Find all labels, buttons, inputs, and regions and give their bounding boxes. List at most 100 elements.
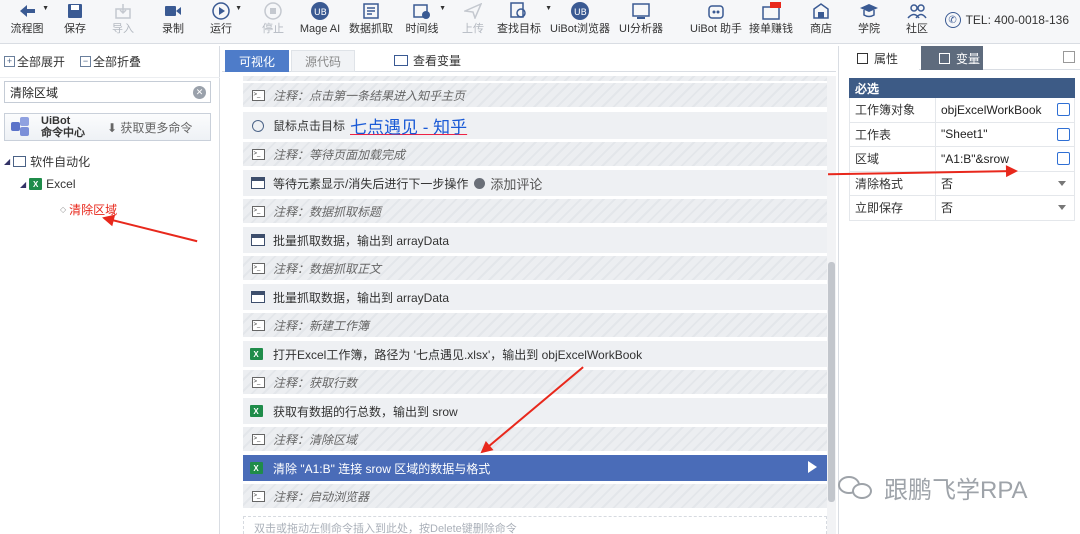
app-window-icon: [13, 156, 27, 167]
collapse-all-button[interactable]: − 全部折叠: [80, 53, 141, 70]
info-icon: [857, 52, 868, 64]
property-row[interactable]: 工作簿对象 objExcelWorkBook: [850, 98, 1074, 123]
tab-visual[interactable]: 可视化: [225, 50, 289, 72]
save-icon: [64, 1, 86, 21]
property-select[interactable]: 否: [936, 199, 1074, 216]
community-button[interactable]: 社区: [904, 0, 930, 44]
svg-text:UB: UB: [314, 8, 327, 18]
earn-button[interactable]: 接单赚钱: [748, 0, 794, 44]
target-link[interactable]: 七点遇见 - 知乎: [350, 113, 467, 138]
assistant-button[interactable]: UiBot 助手: [690, 0, 742, 44]
variables-icon: [939, 52, 950, 64]
save-button[interactable]: 保存: [62, 0, 88, 44]
uibot-browser-icon: UB: [569, 1, 591, 21]
assistant-icon: [705, 1, 727, 21]
command-search-input[interactable]: 清除区域 ✕: [4, 81, 211, 103]
list-item[interactable]: >_ 注释：获取行数: [243, 370, 827, 395]
mage-ai-button[interactable]: UB Mage AI: [298, 0, 342, 44]
list-item[interactable]: 批量抓取数据，输出到 arrayData: [243, 227, 827, 254]
list-item[interactable]: 等待元素显示/消失后进行下一步操作 添加评论: [243, 170, 827, 197]
data-scrape-button[interactable]: 数据抓取: [348, 0, 394, 44]
stop-button[interactable]: 停止: [260, 0, 286, 44]
list-item[interactable]: >_ 注释：点击第一条结果进入知乎主页: [243, 83, 827, 108]
list-item-selected[interactable]: X 清除 "A1:B" 连接 srow 区域的数据与格式: [243, 455, 827, 482]
excel-icon: X: [249, 462, 263, 474]
record-button[interactable]: 录制: [160, 0, 186, 44]
vertical-scrollbar[interactable]: [827, 76, 836, 534]
chevron-down-icon[interactable]: [1058, 205, 1066, 210]
comment-icon: >_: [251, 433, 265, 445]
insert-hint[interactable]: 双击或拖动左侧命令插入到此处，按Delete键删除命令: [243, 516, 827, 534]
tree-node-excel[interactable]: ◢ X Excel: [20, 177, 76, 191]
watermark: 跟鹏飞学RPA: [838, 470, 1028, 505]
get-more-commands-link[interactable]: ⬇ 获取更多命令: [107, 119, 192, 136]
store-button[interactable]: 商店: [808, 0, 834, 44]
import-button[interactable]: 导入: [110, 0, 136, 44]
add-comment-button[interactable]: 添加评论: [474, 174, 542, 193]
view-variables-button[interactable]: 查看变量: [394, 52, 461, 69]
chevron-down-icon[interactable]: [1058, 180, 1066, 186]
timeline-button[interactable]: 时间线 ▼: [404, 0, 446, 44]
list-item[interactable]: 批量抓取数据，输出到 arrayData: [243, 284, 827, 311]
expand-all-button[interactable]: + 全部展开: [4, 53, 65, 70]
plus-icon: +: [4, 56, 15, 67]
property-row[interactable]: 工作表 "Sheet1": [850, 122, 1074, 147]
scrollbar-thumb[interactable]: [828, 262, 835, 502]
store-icon: [810, 1, 832, 21]
property-value[interactable]: "A1:B"&srow: [936, 152, 1074, 166]
caret-down-icon: ◢: [4, 157, 11, 166]
comment-icon: >_: [251, 89, 265, 101]
list-item[interactable]: >_ 注释：数据抓取标题: [243, 199, 827, 224]
excel-icon: X: [29, 178, 43, 190]
uibot-creator-window: { "toolbar": { "items": [ {"label": "流程图…: [0, 0, 1080, 534]
list-item[interactable]: >_ 注释：等待页面加载完成: [243, 142, 827, 167]
clear-icon[interactable]: ✕: [193, 86, 206, 99]
flowchart-button[interactable]: 流程图 ▼: [8, 0, 49, 44]
community-icon: [906, 1, 928, 21]
property-select[interactable]: 否: [936, 175, 1074, 192]
comment-icon: >_: [251, 490, 265, 502]
list-item[interactable]: X 打开Excel工作簿，路径为 '七点遇见.xlsx'，输出到 objExce…: [243, 341, 827, 368]
upload-button[interactable]: 上传: [460, 0, 486, 44]
uibot-browser-button[interactable]: UB UiBot浏览器: [550, 0, 610, 44]
import-icon: [112, 1, 134, 21]
edit-icon[interactable]: [1057, 127, 1070, 141]
excel-icon: X: [249, 405, 263, 417]
academy-button[interactable]: 学院: [856, 0, 882, 44]
command-tree-panel: + 全部展开 − 全部折叠 清除区域 ✕ UiBot 命令中心 ⬇ 获取更多命令 ◢…: [0, 46, 220, 534]
property-value[interactable]: "Sheet1": [936, 127, 1074, 141]
command-list: >_ 注释：点击第一条结果进入知乎主页 鼠标点击目标 七点遇见 - 知乎 >_ …: [243, 76, 827, 534]
tab-source[interactable]: 源代码: [291, 50, 355, 72]
property-value[interactable]: objExcelWorkBook: [936, 103, 1074, 117]
tree-node-software-automation[interactable]: ◢ 软件自动化: [4, 153, 90, 170]
mage-ai-icon: UB: [309, 1, 331, 21]
ui-analyzer-button[interactable]: UI分析器: [618, 0, 664, 44]
list-item[interactable]: >_ 注释：清除区域: [243, 427, 827, 452]
list-item-partial[interactable]: [243, 76, 827, 82]
comment-icon: >_: [251, 148, 265, 160]
list-item[interactable]: 鼠标点击目标 七点遇见 - 知乎: [243, 112, 827, 140]
property-row[interactable]: 立即保存 否: [850, 196, 1074, 221]
property-row[interactable]: 区域 "A1:B"&srow: [850, 147, 1074, 172]
edit-icon[interactable]: [1057, 103, 1070, 116]
tab-variables[interactable]: 变量: [921, 46, 983, 70]
record-icon: [162, 1, 184, 21]
find-target-button[interactable]: 查找目标 ▼: [496, 0, 552, 44]
window-icon: [251, 291, 265, 303]
list-item[interactable]: X 获取有数据的行总数，输出到 srow: [243, 398, 827, 425]
find-target-icon: [508, 1, 530, 21]
edit-icon[interactable]: [1057, 152, 1070, 165]
wechat-icon: [838, 475, 876, 500]
chevron-down-icon: ▼: [235, 5, 242, 12]
command-center-button[interactable]: UiBot 命令中心 ⬇ 获取更多命令: [4, 113, 211, 141]
run-button[interactable]: 运行 ▼: [208, 0, 242, 44]
list-item[interactable]: >_ 注释：启动浏览器: [243, 484, 827, 509]
property-row[interactable]: 清除格式 否: [850, 171, 1074, 196]
comment-icon: >_: [251, 319, 265, 331]
list-item[interactable]: >_ 注释：新建工作簿: [243, 313, 827, 338]
run-line-icon[interactable]: [808, 461, 817, 473]
list-item[interactable]: >_ 注释：数据抓取正文: [243, 256, 827, 281]
tab-properties[interactable]: 属性: [839, 46, 919, 70]
excel-icon: X: [249, 348, 263, 360]
pin-panel-icon[interactable]: [1063, 51, 1075, 63]
